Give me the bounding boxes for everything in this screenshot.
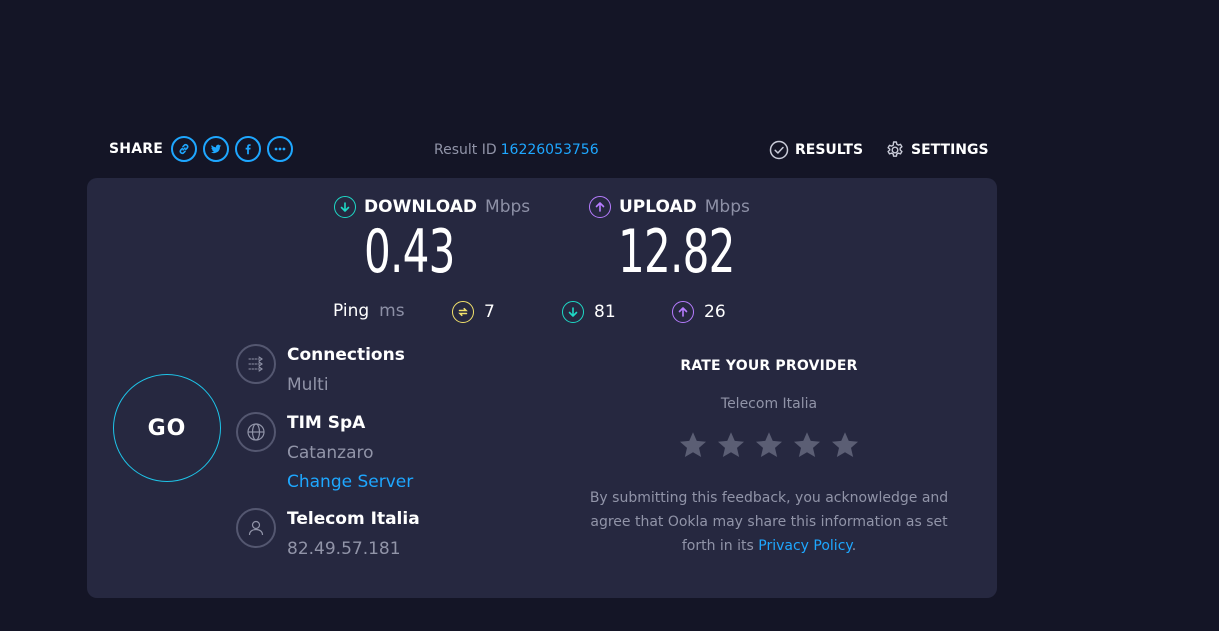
connections-value: Multi [287,375,329,395]
check-circle-icon [769,140,789,160]
ping-idle: 7 [452,301,495,323]
star-5-icon[interactable] [830,430,860,460]
ping-upload: 26 [672,301,726,323]
go-button[interactable]: GO [113,374,221,482]
disclaimer-prefix: forth in its [681,538,759,554]
ping-download-value: 81 [594,302,616,322]
rate-title: RATE YOUR PROVIDER [680,358,858,374]
ping-upload-value: 26 [704,302,726,322]
server-location: Catanzaro [287,443,374,463]
download-arrow-icon [334,196,356,218]
link-icon[interactable] [170,136,197,162]
upload-arrow-icon [589,196,611,218]
gear-icon [887,141,903,157]
star-4-icon[interactable] [792,430,822,460]
top-nav: RESULTS SETTINGS [769,140,1011,160]
upload-unit: Mbps [704,197,750,217]
provider-name: Telecom Italia [287,509,420,529]
connections-icon [236,344,276,384]
connections-info: Connections Multi [236,344,405,395]
result-id: Result ID 16226053756 [434,142,599,158]
twitter-icon[interactable] [202,136,229,162]
settings-label: SETTINGS [911,142,989,158]
star-2-icon[interactable] [716,430,746,460]
disclaimer-line-2: agree that Ookla may share this informat… [590,514,948,530]
ping-row: Ping ms [333,301,405,321]
download-header: DOWNLOAD Mbps [334,196,530,218]
top-bar: SHARE Result ID 16226053756 RESULTS SETT… [0,134,1219,170]
provider-info: Telecom Italia 82.49.57.181 [236,508,420,559]
privacy-policy-link[interactable]: Privacy Policy [758,538,851,554]
result-id-link[interactable]: 16226053756 [501,142,599,158]
idle-latency-icon [452,301,474,323]
rate-provider-section: RATE YOUR PROVIDER Telecom Italia By sub… [557,358,981,558]
star-rating [557,430,981,460]
upload-header: UPLOAD Mbps [589,196,750,218]
share-label: SHARE [109,141,163,157]
settings-button[interactable]: SETTINGS [885,140,989,160]
server-info: TIM SpA Catanzaro Change Server [236,412,413,492]
upload-value: 12.82 [618,217,735,287]
ping-unit: ms [379,301,405,321]
download-unit: Mbps [485,197,531,217]
results-button[interactable]: RESULTS [769,140,863,160]
upload-label: UPLOAD [619,197,697,217]
provider-ip: 82.49.57.181 [287,539,401,559]
disclaimer-suffix: . [851,538,857,554]
download-label: DOWNLOAD [364,197,478,217]
download-value: 0.43 [364,217,455,287]
server-name: TIM SpA [287,413,366,433]
results-label: RESULTS [795,142,864,158]
ping-download: 81 [562,301,616,323]
ping-label: Ping [333,301,370,321]
star-1-icon[interactable] [678,430,708,460]
share-group: SHARE [109,136,293,162]
ping-idle-value: 7 [484,302,495,322]
disclaimer-line-1: By submitting this feedback, you acknowl… [589,490,949,506]
connections-title: Connections [287,345,405,365]
result-panel: DOWNLOAD Mbps 0.43 UPLOAD Mbps 12.82 Pin… [87,178,997,598]
download-latency-icon [562,301,584,323]
feedback-disclaimer: By submitting this feedback, you acknowl… [557,486,981,558]
disclaimer-line-3: forth in its Privacy Policy. [557,534,981,558]
facebook-icon[interactable] [234,136,261,162]
upload-latency-icon [672,301,694,323]
change-server-link[interactable]: Change Server [287,472,413,492]
user-icon [236,508,276,548]
more-icon[interactable] [266,136,293,162]
globe-icon [236,412,276,452]
result-id-label: Result ID [434,142,497,158]
star-3-icon[interactable] [754,430,784,460]
rate-provider-name: Telecom Italia [720,396,818,412]
